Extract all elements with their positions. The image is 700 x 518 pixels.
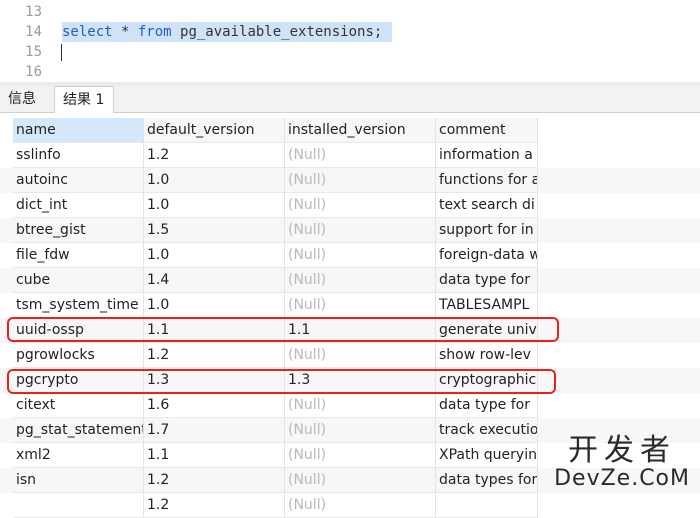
cell-installed-version[interactable]: (Null) xyxy=(285,293,436,318)
cell-name[interactable]: citext xyxy=(13,393,144,418)
tab-info[interactable]: 信息 xyxy=(0,86,48,112)
table-row[interactable]: pgrowlocks 1.2 (Null) show row-lev xyxy=(0,343,700,368)
cell-default-version[interactable]: 1.5 xyxy=(144,218,285,243)
cell-installed-version[interactable]: (Null) xyxy=(285,143,436,168)
cell-installed-version[interactable]: (Null) xyxy=(285,418,436,443)
cell-comment[interactable]: functions for a xyxy=(436,168,538,193)
cell-comment[interactable]: information a xyxy=(436,143,538,168)
cell-name[interactable]: sslinfo xyxy=(13,143,144,168)
cell-name[interactable]: pgrowlocks xyxy=(13,343,144,368)
cell-name[interactable]: isn xyxy=(13,468,144,493)
cell-default-version[interactable]: 1.2 xyxy=(144,143,285,168)
table-row[interactable]: file_fdw 1.0 (Null) foreign-data w xyxy=(0,243,700,268)
cell-default-version[interactable]: 1.2 xyxy=(144,343,285,368)
sql-query-line[interactable]: select * from pg_available_extensions; xyxy=(62,22,393,42)
site-watermark: 开发者 DevZe.CoM xyxy=(554,435,690,491)
cell-comment[interactable]: data type for xyxy=(436,393,538,418)
cell-installed-version[interactable]: (Null) xyxy=(285,218,436,243)
cell-name[interactable]: file_fdw xyxy=(13,243,144,268)
cell-name[interactable] xyxy=(13,493,144,518)
cell-default-version[interactable]: 1.0 xyxy=(144,193,285,218)
cell-name[interactable]: cube xyxy=(13,268,144,293)
cell-installed-version[interactable]: (Null) xyxy=(285,393,436,418)
column-header-default-version[interactable]: default_version xyxy=(144,118,285,143)
cell-comment[interactable]: foreign-data w xyxy=(436,243,538,268)
cell-comment[interactable]: XPath queryin xyxy=(436,443,538,468)
table-row[interactable]: sslinfo 1.2 (Null) information a xyxy=(0,143,700,168)
table-row[interactable]: btree_gist 1.5 (Null) support for in xyxy=(0,218,700,243)
line-number: 13 xyxy=(25,4,42,20)
cell-comment[interactable]: data types for xyxy=(436,468,538,493)
table-row[interactable]: citext 1.6 (Null) data type for xyxy=(0,393,700,418)
cell-comment[interactable]: TABLESAMPL xyxy=(436,293,538,318)
cell-default-version[interactable]: 1.4 xyxy=(144,268,285,293)
column-header-installed-version[interactable]: installed_version xyxy=(285,118,436,143)
cell-installed-version[interactable]: (Null) xyxy=(285,243,436,268)
cell-name[interactable]: dict_int xyxy=(13,193,144,218)
sql-editor[interactable]: 13 14 15 16 select * from pg_available_e… xyxy=(0,0,700,82)
cell-default-version[interactable]: 1.6 xyxy=(144,393,285,418)
line-number: 16 xyxy=(25,64,42,80)
result-tabs: 信息 结果 1 xyxy=(0,86,700,113)
line-number: 14 xyxy=(25,24,42,40)
grid-header-row: name default_version installed_version c… xyxy=(0,118,700,143)
line-number-gutter: 13 14 15 16 xyxy=(0,0,50,82)
cell-name[interactable]: xml2 xyxy=(13,443,144,468)
cell-installed-version[interactable]: (Null) xyxy=(285,343,436,368)
cell-comment[interactable] xyxy=(436,493,538,518)
cell-comment[interactable]: show row-lev xyxy=(436,343,538,368)
cell-installed-version[interactable]: (Null) xyxy=(285,268,436,293)
cell-comment[interactable]: track executio xyxy=(436,418,538,443)
cell-name[interactable]: pg_stat_statements xyxy=(13,418,144,443)
cell-default-version[interactable]: 1.0 xyxy=(144,168,285,193)
cell-comment[interactable]: text search di xyxy=(436,193,538,218)
cell-installed-version[interactable]: (Null) xyxy=(285,168,436,193)
table-row[interactable]: dict_int 1.0 (Null) text search di xyxy=(0,193,700,218)
table-row[interactable]: cube 1.4 (Null) data type for xyxy=(0,268,700,293)
table-row[interactable]: tsm_system_time 1.0 (Null) TABLESAMPL xyxy=(0,293,700,318)
sql-keyword-from: from xyxy=(137,24,172,40)
cell-default-version[interactable]: 1.0 xyxy=(144,293,285,318)
cell-comment[interactable]: data type for xyxy=(436,268,538,293)
column-header-comment[interactable]: comment xyxy=(436,118,538,143)
table-row[interactable]: 1.2 (Null) xyxy=(0,493,700,518)
cell-installed-version[interactable]: (Null) xyxy=(285,493,436,518)
cell-installed-version[interactable]: (Null) xyxy=(285,443,436,468)
cell-installed-version[interactable]: (Null) xyxy=(285,468,436,493)
cell-comment[interactable]: support for in xyxy=(436,218,538,243)
cell-default-version[interactable]: 1.0 xyxy=(144,243,285,268)
cell-default-version[interactable]: 1.1 xyxy=(144,443,285,468)
sql-keyword-select: select xyxy=(62,24,113,40)
cell-default-version[interactable]: 1.2 xyxy=(144,468,285,493)
highlight-box-uuid-ossp xyxy=(7,317,559,342)
column-header-name[interactable]: name xyxy=(13,118,144,143)
text-caret xyxy=(61,44,62,61)
cell-name[interactable]: tsm_system_time xyxy=(13,293,144,318)
watermark-line-1: 开发者 xyxy=(568,433,677,468)
watermark-line-2: DevZe.CoM xyxy=(554,466,690,491)
table-row[interactable]: autoinc 1.0 (Null) functions for a xyxy=(0,168,700,193)
cell-name[interactable]: autoinc xyxy=(13,168,144,193)
cell-default-version[interactable]: 1.2 xyxy=(144,493,285,518)
cell-name[interactable]: btree_gist xyxy=(13,218,144,243)
line-number: 15 xyxy=(25,44,42,60)
cell-installed-version[interactable]: (Null) xyxy=(285,193,436,218)
cell-default-version[interactable]: 1.7 xyxy=(144,418,285,443)
sql-star: * xyxy=(112,24,138,40)
highlight-box-pgcrypto xyxy=(7,369,556,394)
sql-table-name: pg_available_extensions; xyxy=(171,24,383,40)
tab-result-1[interactable]: 结果 1 xyxy=(54,86,114,113)
